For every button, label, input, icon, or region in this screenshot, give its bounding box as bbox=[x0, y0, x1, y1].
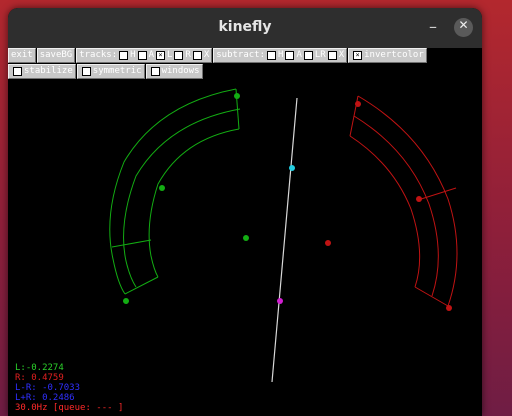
abdomen-point[interactable] bbox=[277, 298, 283, 304]
track-a-label: A bbox=[148, 50, 154, 60]
track-l-label: L bbox=[166, 50, 173, 60]
right-center-point[interactable] bbox=[325, 240, 331, 246]
subtract-h-label: H bbox=[278, 50, 284, 60]
right-wing-edge-bottom bbox=[414, 286, 449, 307]
right-wing-angle-line bbox=[417, 187, 457, 201]
status-rate: 30.0Hz [queue: --- ] bbox=[15, 403, 124, 413]
subtract-label: subtract: bbox=[216, 50, 266, 60]
left-wing-mid-outer bbox=[123, 108, 241, 288]
minimize-icon[interactable]: – bbox=[424, 17, 442, 37]
track-a-checkbox[interactable] bbox=[137, 51, 147, 60]
left-wing-hinge-point[interactable] bbox=[234, 93, 240, 99]
tracks-label: tracks: bbox=[79, 50, 118, 60]
status-left-value: L:-0.2274 bbox=[15, 363, 64, 373]
status-sum-value: L+R: 0.2486 bbox=[15, 393, 75, 403]
stabilize-checkbox[interactable] bbox=[13, 67, 22, 76]
save-bg-label: saveBG bbox=[39, 50, 73, 60]
save-bg-button[interactable]: saveBG bbox=[36, 48, 76, 63]
windows-toggle[interactable]: windows bbox=[145, 64, 203, 79]
invertcolor-toggle[interactable]: × invertcolor bbox=[348, 48, 427, 63]
subtract-group: subtract: H A LR X bbox=[213, 48, 348, 63]
close-icon[interactable]: ✕ bbox=[454, 18, 473, 37]
toolbar-row-1: exit saveBG tracks: H A × L R X subtract:… bbox=[8, 48, 428, 63]
track-r-checkbox[interactable] bbox=[174, 51, 184, 60]
subtract-x-checkbox[interactable] bbox=[327, 51, 337, 60]
right-wing-base-point[interactable] bbox=[446, 305, 452, 311]
symmetric-toggle[interactable]: symmetric bbox=[76, 64, 145, 79]
titlebar: kinefly – ✕ bbox=[8, 8, 482, 48]
head-point[interactable] bbox=[289, 165, 295, 171]
body-axis-line[interactable] bbox=[271, 97, 298, 383]
right-wing-hinge-point[interactable] bbox=[355, 101, 361, 107]
windows-checkbox[interactable] bbox=[150, 67, 160, 76]
kinefly-window: kinefly – ✕ exit saveBG tracks: H A × L R… bbox=[8, 8, 482, 416]
exit-button[interactable]: exit bbox=[8, 48, 36, 63]
subtract-x-label: X bbox=[338, 50, 345, 60]
track-l-checkbox[interactable]: × bbox=[155, 51, 165, 60]
left-center-point[interactable] bbox=[243, 235, 249, 241]
subtract-h-checkbox[interactable] bbox=[267, 51, 277, 60]
symmetric-checkbox[interactable] bbox=[81, 67, 91, 76]
left-wing-wedge[interactable] bbox=[109, 88, 241, 295]
right-wing-wedge[interactable] bbox=[349, 95, 458, 307]
track-h-checkbox[interactable] bbox=[119, 51, 129, 60]
toolbar-row-2: stabilize symmetric windows bbox=[8, 64, 204, 79]
track-h-label: H bbox=[130, 50, 136, 60]
subtract-a-checkbox[interactable] bbox=[285, 51, 295, 60]
invertcolor-label: invertcolor bbox=[364, 50, 424, 60]
invertcolor-checkbox[interactable]: × bbox=[353, 51, 363, 60]
left-wing-angle-line bbox=[111, 239, 152, 248]
subtract-lr-checkbox[interactable] bbox=[303, 51, 313, 60]
left-wing-base-point[interactable] bbox=[123, 298, 129, 304]
tracks-group: tracks: H A × L R X bbox=[76, 48, 213, 63]
window-title: kinefly bbox=[218, 19, 272, 35]
status-diff-value: L-R: -0.7033 bbox=[15, 383, 81, 393]
symmetric-label: symmetric bbox=[92, 66, 142, 76]
right-wing-mid-arc bbox=[353, 115, 439, 297]
tracking-display[interactable] bbox=[8, 84, 482, 416]
exit-label: exit bbox=[11, 50, 33, 60]
toolbar: exit saveBG tracks: H A × L R X subtract:… bbox=[8, 48, 482, 84]
subtract-lr-label: LR bbox=[314, 50, 326, 60]
status-right-value: R: 0.4759 bbox=[15, 373, 64, 383]
left-wing-tip-point[interactable] bbox=[159, 185, 165, 191]
windows-label: windows bbox=[161, 66, 200, 76]
stabilize-label: stabilize bbox=[24, 66, 73, 76]
track-r-label: R bbox=[185, 50, 191, 60]
left-wing-edge-bottom bbox=[124, 276, 159, 295]
track-x-checkbox[interactable] bbox=[192, 51, 202, 60]
left-wing-inner-arc bbox=[148, 128, 240, 278]
stabilize-toggle[interactable]: stabilize bbox=[8, 64, 76, 79]
track-x-label: X bbox=[203, 50, 210, 60]
right-wing-tip-point[interactable] bbox=[416, 196, 422, 202]
left-wing-outer-arc bbox=[109, 88, 237, 295]
right-wing-inner-arc bbox=[349, 135, 421, 288]
subtract-a-label: A bbox=[296, 50, 302, 60]
